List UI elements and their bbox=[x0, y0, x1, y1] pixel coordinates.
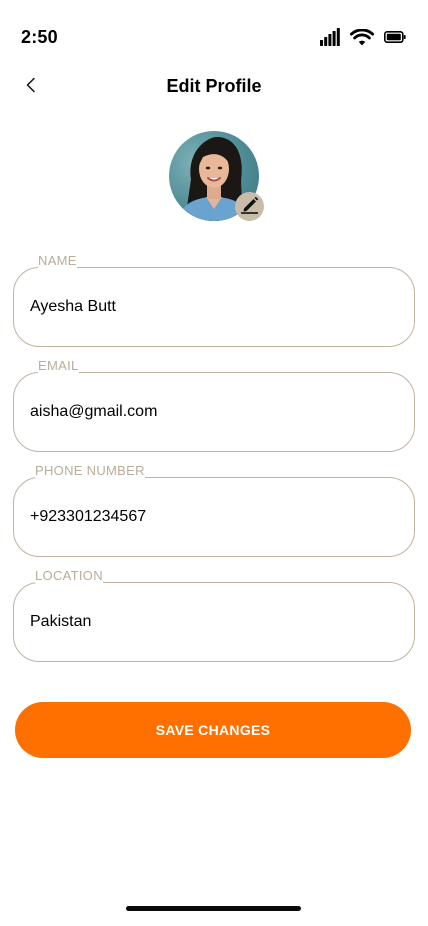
location-input[interactable] bbox=[13, 582, 415, 662]
name-input[interactable] bbox=[13, 267, 415, 347]
email-label: EMAIL bbox=[38, 358, 79, 373]
home-indicator bbox=[126, 906, 301, 911]
name-label: NAME bbox=[38, 253, 77, 268]
pencil-icon bbox=[240, 194, 260, 219]
edit-avatar-button[interactable] bbox=[235, 192, 264, 221]
phone-field: PHONE NUMBER bbox=[13, 463, 415, 557]
page-title: Edit Profile bbox=[166, 76, 262, 96]
battery-icon bbox=[384, 31, 406, 43]
phone-label: PHONE NUMBER bbox=[35, 463, 145, 478]
edit-profile-screen: 2:50 Edit Profile NAME Ayesha Butt EMAIL… bbox=[0, 0, 428, 926]
status-time: 2:50 bbox=[21, 27, 58, 47]
profile-avatar-container bbox=[169, 131, 265, 223]
phone-input[interactable] bbox=[13, 477, 415, 557]
email-input[interactable] bbox=[13, 372, 415, 452]
signal-icon bbox=[320, 28, 340, 46]
wifi-icon bbox=[350, 28, 374, 46]
name-field: NAME bbox=[13, 253, 415, 347]
status-icons bbox=[320, 28, 406, 46]
email-field: EMAIL bbox=[13, 358, 415, 452]
location-field: LOCATION bbox=[13, 568, 415, 662]
location-label: LOCATION bbox=[35, 568, 103, 583]
save-changes-button[interactable]: SAVE CHANGES bbox=[15, 702, 411, 758]
